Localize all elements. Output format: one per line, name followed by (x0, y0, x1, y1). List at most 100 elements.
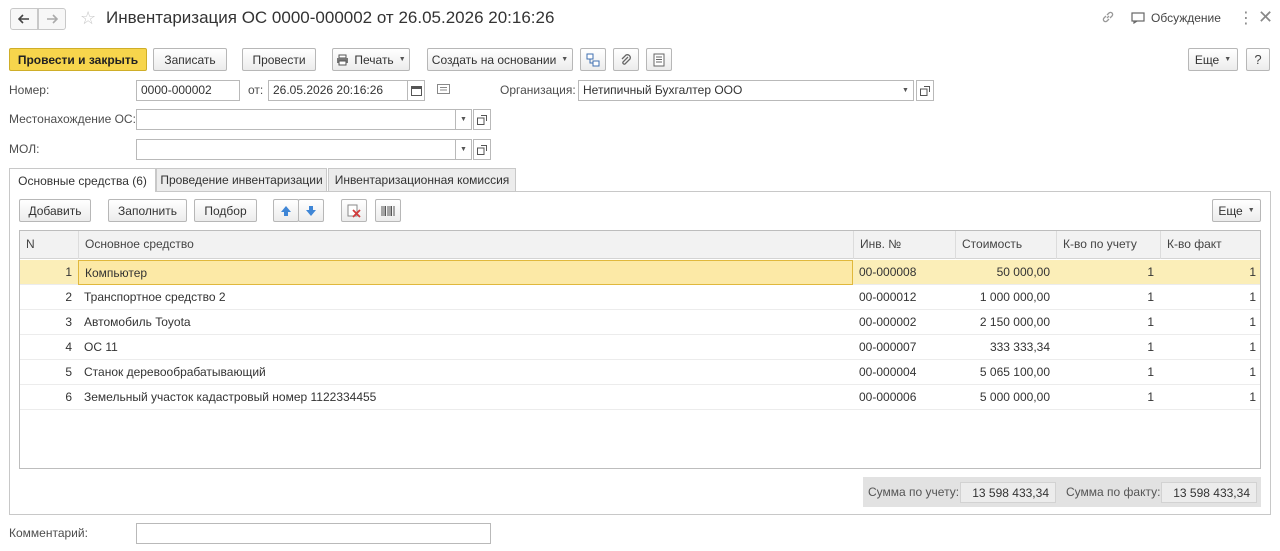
cell-asset[interactable]: ОС 11 (78, 335, 853, 360)
column-header-cost[interactable]: Стоимость (955, 231, 1056, 259)
cell-qty-book[interactable]: 1 (1056, 360, 1160, 385)
add-row-button[interactable]: Добавить (19, 199, 91, 222)
table-row[interactable]: 6 Земельный участок кадастровый номер 112… (20, 385, 1260, 410)
table-row[interactable]: 4 ОС 11 00-000007 333 333,34 1 1 (20, 335, 1260, 360)
cell-n[interactable]: 2 (20, 285, 78, 310)
save-button[interactable]: Записать (153, 48, 227, 71)
cell-n[interactable]: 5 (20, 360, 78, 385)
pick-button[interactable]: Подбор (194, 199, 257, 222)
more-button[interactable]: Еще ▼ (1188, 48, 1238, 71)
location-open-button[interactable] (473, 109, 491, 130)
table-row[interactable]: 5 Станок деревообрабатывающий 00-000004 5 0… (20, 360, 1260, 385)
cell-qty-book[interactable]: 1 (1056, 335, 1160, 360)
cell-cost[interactable]: 5 000 000,00 (955, 385, 1056, 410)
cell-qty-fact[interactable]: 1 (1160, 335, 1260, 360)
barcode-button[interactable] (375, 199, 401, 222)
column-header-asset[interactable]: Основное средство (78, 231, 853, 259)
structure-button[interactable] (580, 48, 606, 71)
table-row[interactable]: 1 Компьютер 00-000008 50 000,00 1 1 (20, 260, 1260, 285)
back-button[interactable] (10, 8, 38, 30)
tab-inventory-posting[interactable]: Проведение инвентаризации (156, 168, 327, 191)
cell-asset[interactable]: Автомобиль Toyota (78, 310, 853, 335)
number-field[interactable]: 0000-000002 (136, 80, 240, 101)
organization-field[interactable]: Нетипичный Бухгалтер ООО (578, 80, 899, 101)
calendar-icon (410, 86, 422, 96)
help-button[interactable]: ? (1246, 48, 1270, 71)
attach-button[interactable] (613, 48, 639, 71)
move-down-button[interactable] (298, 199, 324, 222)
cell-qty-book[interactable]: 1 (1056, 260, 1160, 285)
create-based-on-button[interactable]: Создать на основании ▼ (427, 48, 573, 71)
close-icon[interactable]: ✕ (1258, 7, 1273, 28)
total-fact-label: Сумма по факту: (1066, 485, 1161, 499)
cell-qty-fact[interactable]: 1 (1160, 310, 1260, 335)
cell-asset[interactable]: Транспортное средство 2 (78, 285, 853, 310)
organization-open-button[interactable] (916, 80, 934, 101)
cell-inv-number[interactable]: 00-000008 (853, 260, 955, 285)
cell-inv-number[interactable]: 00-000012 (853, 285, 955, 310)
table-more-button[interactable]: Еще ▼ (1212, 199, 1261, 222)
create-based-on-label: Создать на основании (431, 52, 557, 67)
column-header-qty-book[interactable]: К-во по учету (1056, 231, 1160, 259)
cell-cost[interactable]: 5 065 100,00 (955, 360, 1056, 385)
location-field[interactable] (136, 109, 456, 130)
tab-fixed-assets[interactable]: Основные средства (6) (9, 168, 156, 192)
cell-qty-fact[interactable]: 1 (1160, 260, 1260, 285)
cell-qty-fact[interactable]: 1 (1160, 360, 1260, 385)
chevron-down-icon: ▼ (902, 87, 909, 94)
delete-row-button[interactable] (341, 199, 367, 222)
cell-asset[interactable]: Станок деревообрабатывающий (78, 360, 853, 385)
print-label: Печать (354, 52, 394, 67)
cell-cost[interactable]: 2 150 000,00 (955, 310, 1056, 335)
organization-dropdown-button[interactable]: ▼ (898, 80, 914, 101)
cell-cost[interactable]: 50 000,00 (955, 260, 1056, 285)
discussion-button[interactable]: Обсуждение (1131, 11, 1221, 25)
column-header-inv-number[interactable]: Инв. № (853, 231, 955, 259)
paperclip-icon (621, 53, 631, 65)
cell-n[interactable]: 4 (20, 335, 78, 360)
cell-qty-fact[interactable]: 1 (1160, 285, 1260, 310)
comment-field[interactable] (136, 523, 491, 544)
mol-open-button[interactable] (473, 139, 491, 160)
cell-qty-book[interactable]: 1 (1056, 285, 1160, 310)
table-row[interactable]: 3 Автомобиль Toyota 00-000002 2 150 000,00 1… (20, 310, 1260, 335)
cell-inv-number[interactable]: 00-000004 (853, 360, 955, 385)
column-header-n[interactable]: N (20, 231, 78, 259)
cell-inv-number[interactable]: 00-000007 (853, 335, 955, 360)
cell-qty-book[interactable]: 1 (1056, 310, 1160, 335)
print-button[interactable]: Печать ▼ (332, 48, 410, 71)
report-button[interactable] (646, 48, 672, 71)
favorite-star-icon[interactable]: ☆ (80, 8, 96, 28)
cell-qty-fact[interactable]: 1 (1160, 385, 1260, 410)
cell-n[interactable]: 3 (20, 310, 78, 335)
tab-inventory-commission[interactable]: Инвентаризационная комиссия (328, 168, 516, 191)
table-row[interactable]: 2 Транспортное средство 2 00-000012 1 000 0… (20, 285, 1260, 310)
comment-note-icon[interactable] (437, 84, 450, 98)
cell-n[interactable]: 6 (20, 385, 78, 410)
fill-button[interactable]: Заполнить (108, 199, 187, 222)
assets-table[interactable]: N Основное средство Инв. № Стоимость К-в… (19, 230, 1261, 469)
move-up-button[interactable] (273, 199, 299, 222)
cell-qty-book[interactable]: 1 (1056, 385, 1160, 410)
more-label: Еще (1194, 52, 1220, 67)
cell-n[interactable]: 1 (20, 260, 78, 285)
mol-dropdown-button[interactable]: ▼ (456, 139, 472, 160)
mol-field[interactable] (136, 139, 456, 160)
column-header-qty-fact[interactable]: К-во факт (1160, 231, 1260, 259)
date-field[interactable]: 26.05.2026 20:16:26 (268, 80, 408, 101)
link-icon[interactable] (1101, 10, 1115, 27)
cell-cost[interactable]: 333 333,34 (955, 335, 1056, 360)
cell-cost[interactable]: 1 000 000,00 (955, 285, 1056, 310)
forward-button[interactable] (38, 8, 66, 30)
delete-icon (347, 204, 361, 218)
cell-asset[interactable]: Компьютер (78, 260, 853, 285)
cell-asset[interactable]: Земельный участок кадастровый номер 1122… (78, 385, 853, 410)
calendar-button[interactable] (407, 80, 425, 101)
more-vertical-icon[interactable]: ⋮ (1238, 8, 1254, 28)
location-dropdown-button[interactable]: ▼ (456, 109, 472, 130)
cell-inv-number[interactable]: 00-000006 (853, 385, 955, 410)
post-button[interactable]: Провести (242, 48, 316, 71)
cell-inv-number[interactable]: 00-000002 (853, 310, 955, 335)
printer-icon (337, 54, 349, 65)
post-and-close-button[interactable]: Провести и закрыть (9, 48, 147, 71)
